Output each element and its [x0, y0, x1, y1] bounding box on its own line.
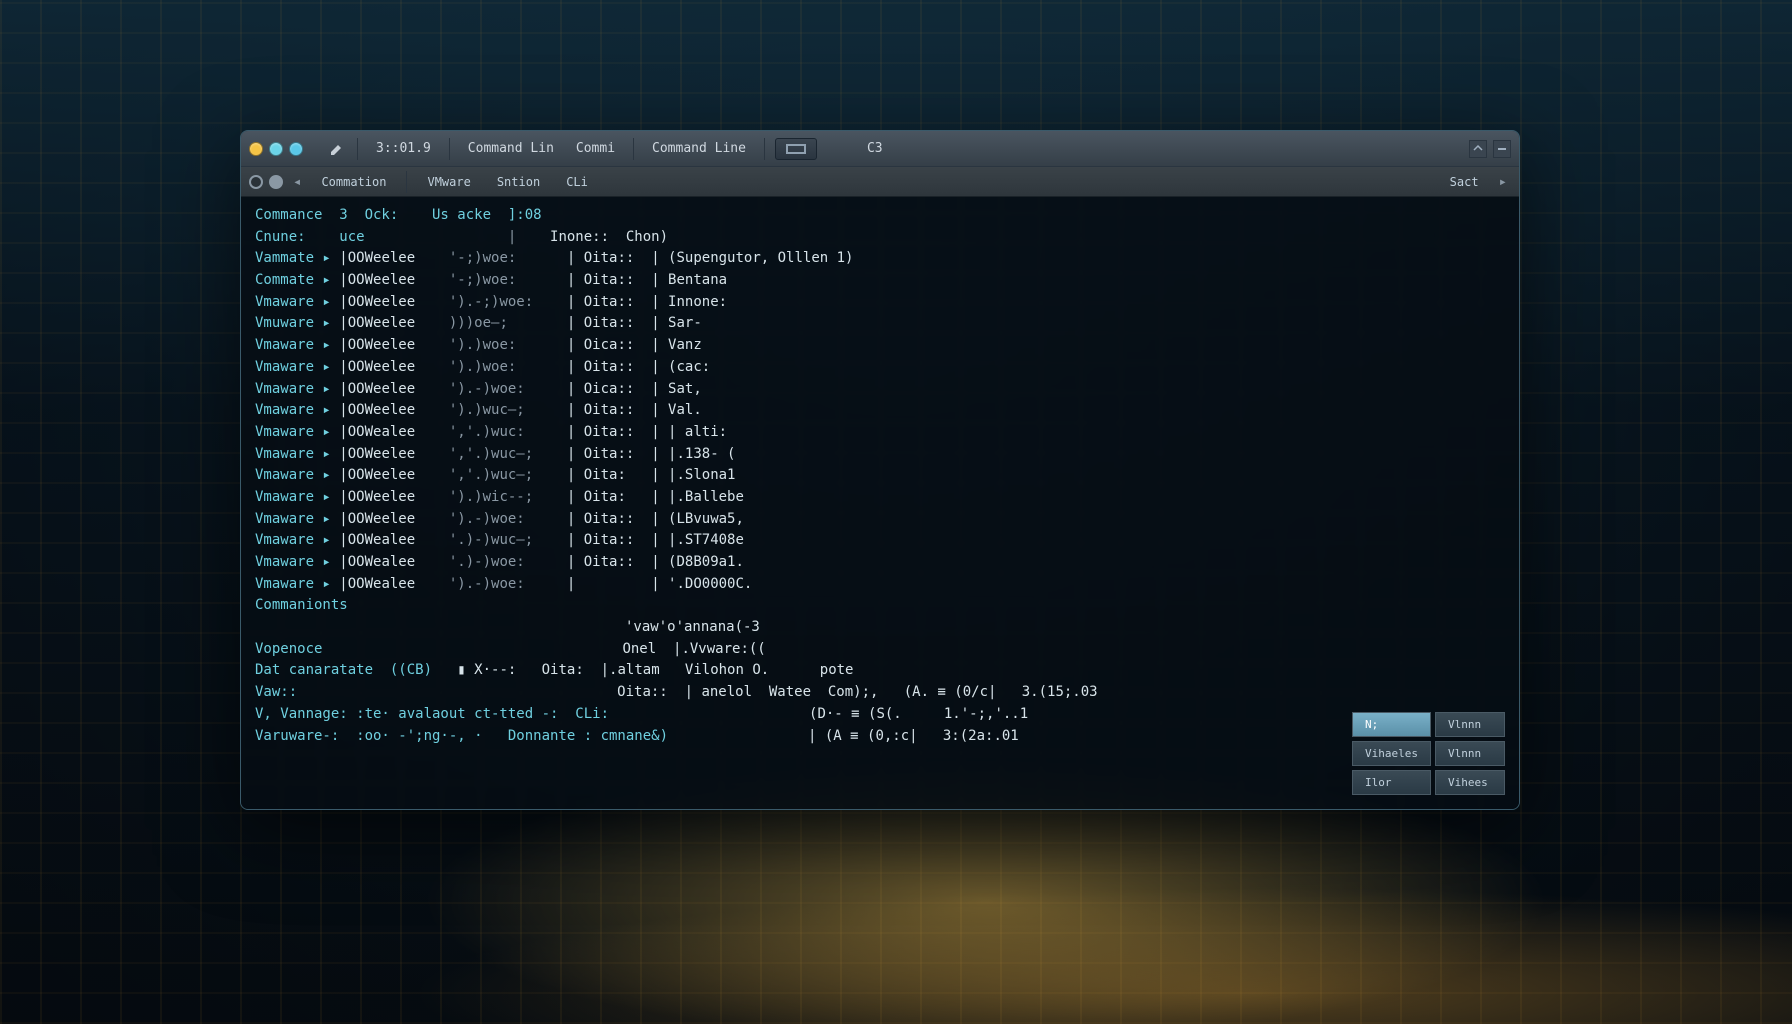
tab-sntion[interactable]: Sntion	[487, 175, 550, 189]
terminal-line: Dat canaratate ((CB) ▮ X·--: Oita: |.alt…	[255, 660, 1505, 682]
terminal-line: V, Vannage: :te· avalaout ct-tted -: CLi…	[255, 704, 1505, 726]
nav-radio-1[interactable]	[249, 175, 263, 189]
tab-cli[interactable]: CLi	[556, 175, 598, 189]
terminal-row: Vmaware ▸ |OOWeelee ').-)woe: | Oica:: |…	[255, 379, 1505, 401]
terminal-row: Commate ▸ |OOWeelee '-;)woe: | Oita:: | …	[255, 270, 1505, 292]
terminal-row: Vmaware ▸ |OOWealee ').-)woe: | | '.DO00…	[255, 574, 1505, 596]
terminal-content[interactable]: Commance 3 Ock: Us acke ]:08 Cnune: uce …	[241, 197, 1519, 809]
terminal-row: Vmaware ▸ |OOWeelee ').)wic--; | Oita: |…	[255, 487, 1505, 509]
terminal-row: Vmaware ▸ |OOWeelee ','.)wuc—; | Oita: |…	[255, 465, 1505, 487]
toolbar-separator	[449, 138, 450, 160]
titlebar-label-4: C3	[859, 141, 891, 156]
window-maximize-button[interactable]	[289, 142, 303, 156]
terminal-row: Vammate ▸ |OOWeelee '-;)woe: | Oita:: | …	[255, 248, 1505, 270]
titlebar-label-3: Command Line	[644, 141, 754, 156]
terminal-line: 'vaw'o'annana(-3	[255, 617, 1505, 639]
status-cell[interactable]: Ilor	[1352, 770, 1431, 795]
window-close-button[interactable]	[249, 142, 263, 156]
toolbar-separator	[406, 171, 407, 193]
nav-radio-2[interactable]	[269, 175, 283, 189]
status-cell[interactable]: Vlnnn	[1435, 741, 1505, 766]
terminal-row: Vmaware ▸ |OOWealee '.)-)woe: | Oita:: |…	[255, 552, 1505, 574]
terminal-row: Vmaware ▸ |OOWealee '.)-)wuc—; | Oita:: …	[255, 530, 1505, 552]
toolbar-separator	[357, 138, 358, 160]
terminal-row: Vmaware ▸ |OOWeelee ').-;)woe: | Oita:: …	[255, 292, 1505, 314]
toolbar-separator	[764, 138, 765, 160]
terminal-line: VopenoceOnel |.Vvware:((	[255, 639, 1505, 661]
nav-back-icon[interactable]: ◂	[289, 174, 305, 190]
status-panel: N; Vlnnn Vihaeles Vlnnn Ilor Vihees	[1352, 712, 1505, 795]
terminal-row: Vmaware ▸ |OOWeelee ').)woe: | Oita:: | …	[255, 357, 1505, 379]
toolbar-secondary: ◂ Commation VMware Sntion CLi Sact ▸	[241, 167, 1519, 197]
window-collapse-button[interactable]	[1469, 140, 1487, 158]
terminal-row: Vmaware ▸ |OOWealee ','.)wuc: | Oita:: |…	[255, 422, 1505, 444]
titlebar-label-1: Command Lin	[460, 141, 562, 156]
terminal-section: Commanionts	[255, 595, 1505, 617]
nav-forward-icon[interactable]: ▸	[1495, 174, 1511, 190]
toolbar-separator	[633, 138, 634, 160]
window-minimize-button[interactable]	[269, 142, 283, 156]
terminal-row: Vmuware ▸ |OOWeelee )))oe—; | Oita:: | S…	[255, 313, 1505, 335]
status-cell[interactable]: Vihees	[1435, 770, 1505, 795]
terminal-header-1: Commance 3 Ock: Us acke ]:08	[255, 205, 1505, 227]
status-cell[interactable]: Vihaeles	[1352, 741, 1431, 766]
terminal-row: Vmaware ▸ |OOWeelee ','.)wuc—; | Oita:: …	[255, 444, 1505, 466]
pencil-icon[interactable]	[327, 139, 347, 159]
titlebar-button[interactable]	[775, 138, 817, 160]
window-titlebar[interactable]: 3::01.9 Command Lin Commi Command Line C…	[241, 131, 1519, 167]
titlebar-time: 3::01.9	[368, 141, 439, 156]
tab-commation[interactable]: Commation	[311, 175, 396, 189]
terminal-line: Varuware-: :oo· -';ng·-, · Donnante : cm…	[255, 726, 1505, 748]
window-options-button[interactable]	[1493, 140, 1511, 158]
titlebar-label-2: Commi	[568, 141, 623, 156]
tab-sact[interactable]: Sact	[1440, 175, 1489, 189]
terminal-header-2: Cnune: uce | Inone:: Chon)	[255, 227, 1505, 249]
terminal-line: Vaw::Oita:: | anelol Watee Com);, (A. ≡ …	[255, 682, 1505, 704]
status-cell[interactable]: N;	[1352, 712, 1431, 737]
terminal-row: Vmaware ▸ |OOWeelee ').)woe: | Oica:: | …	[255, 335, 1505, 357]
tab-vmware[interactable]: VMware	[417, 175, 480, 189]
terminal-window: 3::01.9 Command Lin Commi Command Line C…	[240, 130, 1520, 810]
terminal-row: Vmaware ▸ |OOWeelee ').)wuc—; | Oita:: |…	[255, 400, 1505, 422]
status-cell[interactable]: Vlnnn	[1435, 712, 1505, 737]
terminal-row: Vmaware ▸ |OOWeelee ').-)woe: | Oita:: |…	[255, 509, 1505, 531]
